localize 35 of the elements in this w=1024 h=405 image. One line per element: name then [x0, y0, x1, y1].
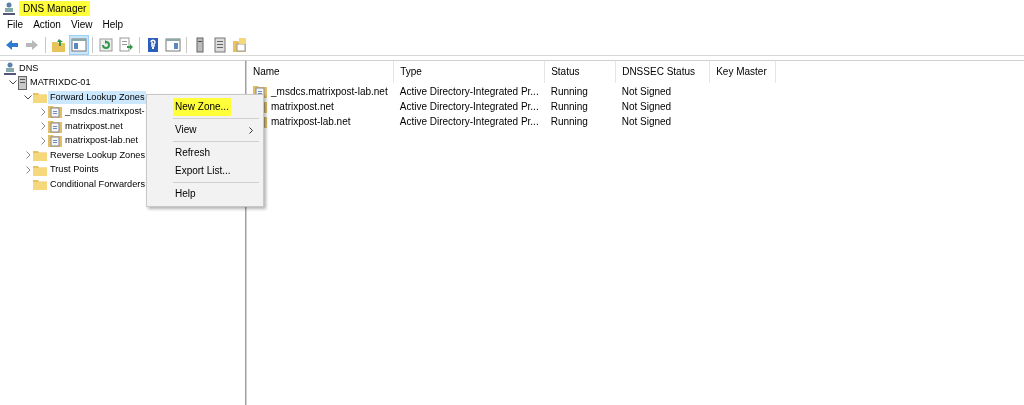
table-cell: Active Directory-Integrated Pr...	[399, 100, 539, 112]
tree-item[interactable]: Conditional Forwarders	[48, 177, 147, 191]
column-header[interactable]: Key Master	[709, 61, 776, 83]
tree-item[interactable]: Forward Lookup Zones	[48, 90, 147, 104]
table-cell: Running	[550, 100, 588, 112]
tree-item[interactable]: Trust Points	[48, 163, 101, 177]
table-cell: Running	[550, 85, 588, 97]
menu-item[interactable]: Action	[28, 16, 66, 34]
menu-item[interactable]: Refresh	[149, 144, 261, 162]
menu-item[interactable]: View	[149, 121, 261, 139]
menu-item[interactable]: Export List...	[149, 162, 261, 180]
tree-item[interactable]: matrixpost-lab.net	[63, 134, 141, 148]
column-header[interactable]: Type	[393, 61, 545, 83]
table-cell: Not Signed	[621, 85, 672, 97]
tree-item[interactable]: MATRIXDC-01	[28, 76, 93, 90]
column-header[interactable]: DNSSEC Status	[615, 61, 710, 83]
menu-item[interactable]: Help	[97, 16, 128, 34]
column-header[interactable]: Name	[247, 61, 394, 83]
menu-item[interactable]: File	[2, 16, 29, 34]
table-cell: Running	[550, 115, 588, 127]
tree-item[interactable]: matrixpost.net	[63, 119, 125, 133]
window-title: DNS Manager	[19, 0, 91, 16]
menu-item[interactable]: View	[65, 16, 98, 34]
table-cell[interactable]: matrixpost-lab.net	[271, 113, 351, 129]
table-cell: Not Signed	[621, 115, 672, 127]
tree-item[interactable]: Reverse Lookup Zones	[48, 148, 147, 162]
table-cell: Not Signed	[621, 100, 672, 112]
column-header[interactable]: Status	[544, 61, 616, 83]
menu-item[interactable]: Help	[149, 185, 261, 203]
table-cell: Active Directory-Integrated Pr...	[399, 85, 539, 97]
table-cell[interactable]: _msdcs.matrixpost-lab.net	[271, 83, 388, 99]
table-cell[interactable]: matrixpost.net	[271, 98, 334, 114]
table-cell: Active Directory-Integrated Pr...	[399, 115, 539, 127]
tree-item[interactable]: _msdcs.matrixpost-	[63, 105, 147, 119]
tree-item[interactable]: DNS	[17, 61, 41, 75]
